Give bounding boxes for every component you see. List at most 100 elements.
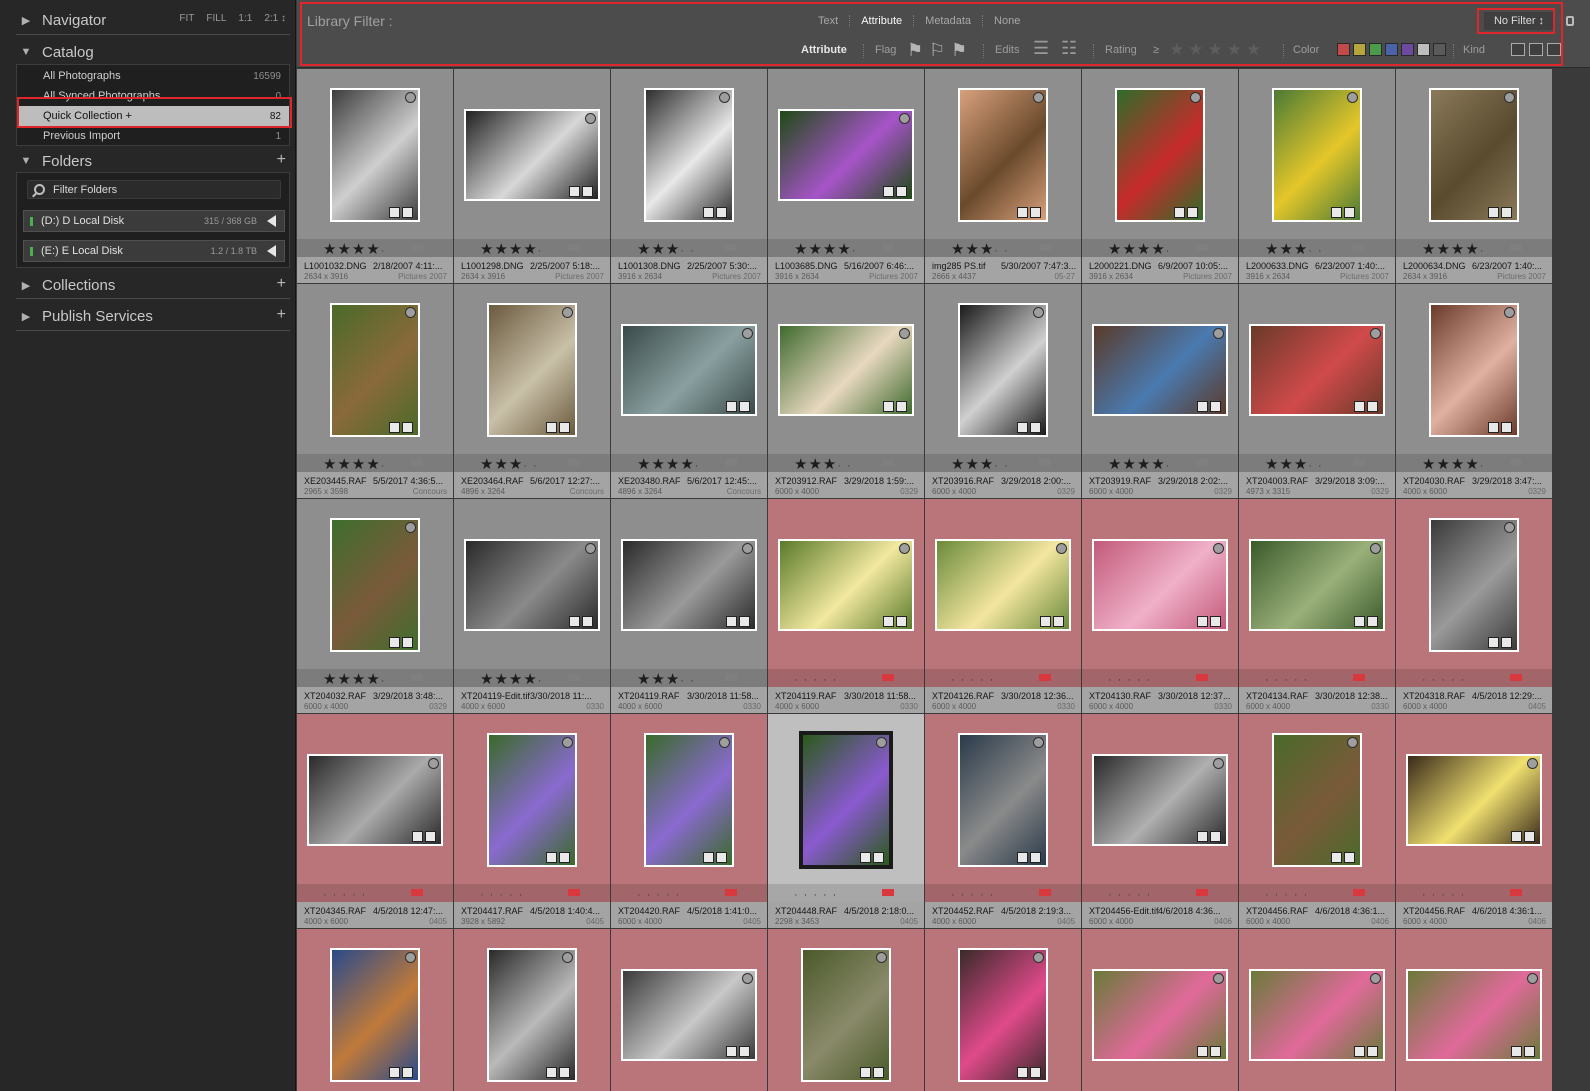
keyword-badge-icon[interactable]: [389, 207, 400, 218]
quick-collection-circle-icon[interactable]: [1213, 543, 1224, 554]
quick-collection-circle-icon[interactable]: [1527, 973, 1538, 984]
collapse-triangle-icon[interactable]: ▼: [20, 155, 32, 167]
rating-bar[interactable]: ★★★★·: [297, 239, 453, 258]
develop-badge-icon[interactable]: [559, 852, 570, 863]
quick-collection-circle-icon[interactable]: [405, 522, 416, 533]
quick-collection-circle-icon[interactable]: [719, 92, 730, 103]
quick-collection-circle-icon[interactable]: [1033, 737, 1044, 748]
color-label-chip[interactable]: [568, 459, 580, 466]
lock-icon[interactable]: [1566, 16, 1574, 26]
quick-collection-circle-icon[interactable]: [1056, 543, 1067, 554]
rating-stars[interactable]: ·····: [951, 670, 999, 687]
develop-badge-icon[interactable]: [402, 207, 413, 218]
photo-cell[interactable]: ★★★★· L1001032.DNG 2/18/2007 4:11:... 2634 …: [297, 69, 453, 283]
volume-e[interactable]: (E:) E Local Disk 1.2 / 1.8 TB: [23, 240, 285, 262]
color-label-chip[interactable]: [725, 889, 737, 896]
photo-thumbnail[interactable]: [487, 948, 577, 1082]
develop-badge-icon[interactable]: [1030, 1067, 1041, 1078]
develop-badge-icon[interactable]: [873, 1067, 884, 1078]
keyword-badge-icon[interactable]: [1197, 831, 1208, 842]
photo-cell[interactable]: ★★★·· XT204003.RAF 3/29/2018 3:09:... 4973 …: [1239, 284, 1395, 498]
add-publish-service-icon[interactable]: +: [277, 306, 286, 324]
photo-thumbnail[interactable]: [487, 733, 577, 867]
photo-thumbnail[interactable]: [330, 948, 420, 1082]
photo-cell[interactable]: ····· XT204134.RAF 3/30/2018 12:38... 6000 …: [1239, 499, 1395, 713]
rating-bar[interactable]: ·····: [1239, 884, 1395, 902]
keyword-badge-icon[interactable]: [1354, 1046, 1365, 1057]
rating-bar[interactable]: ★★★··: [611, 669, 767, 688]
color-label-chip[interactable]: [882, 244, 894, 251]
grid-scrollbar[interactable]: [1559, 69, 1590, 1091]
rating-bar[interactable]: ·····: [1396, 669, 1552, 687]
rating-bar[interactable]: ★★★★·: [1396, 454, 1552, 473]
rating-bar[interactable]: ★★★··: [768, 454, 924, 473]
quick-collection-circle-icon[interactable]: [899, 543, 910, 554]
quick-collection-circle-icon[interactable]: [742, 328, 753, 339]
keyword-badge-icon[interactable]: [1040, 616, 1051, 627]
rating-stars[interactable]: ·····: [637, 885, 685, 902]
rating-bar[interactable]: ★★★★·: [297, 669, 453, 688]
keyword-badge-icon[interactable]: [546, 422, 557, 433]
color-label-chip[interactable]: [411, 889, 423, 896]
develop-badge-icon[interactable]: [896, 616, 907, 627]
quick-collection-circle-icon[interactable]: [1033, 307, 1044, 318]
rating-stars[interactable]: ★★★★·: [480, 670, 547, 688]
collapse-left-icon[interactable]: [267, 215, 276, 227]
keyword-badge-icon[interactable]: [546, 852, 557, 863]
photo-thumbnail[interactable]: [330, 88, 420, 222]
quick-collection-circle-icon[interactable]: [1033, 952, 1044, 963]
rating-stars[interactable]: ·····: [323, 885, 371, 902]
rating-stars[interactable]: ·····: [1108, 670, 1156, 687]
photo-cell[interactable]: ★★★·· XT203912.RAF 3/29/2018 1:59:... 6000 …: [768, 284, 924, 498]
rating-bar[interactable]: ·····: [925, 884, 1081, 902]
color-label-chip[interactable]: [1196, 889, 1208, 896]
color-label-chip[interactable]: [411, 459, 423, 466]
keyword-badge-icon[interactable]: [860, 1067, 871, 1078]
quick-collection-circle-icon[interactable]: [405, 307, 416, 318]
color-label-chip[interactable]: [725, 244, 737, 251]
color-label-chip[interactable]: [1353, 459, 1365, 466]
develop-badge-icon[interactable]: [1501, 207, 1512, 218]
quick-collection-circle-icon[interactable]: [719, 737, 730, 748]
quick-collection-circle-icon[interactable]: [585, 543, 596, 554]
quick-collection-circle-icon[interactable]: [1504, 522, 1515, 533]
photo-thumbnail[interactable]: [644, 88, 734, 222]
photo-cell[interactable]: ····· XT204456-Edit.tif 4/6/2018 4:36... 60…: [1082, 714, 1238, 928]
rating-stars[interactable]: ·····: [480, 885, 528, 902]
photo-cell[interactable]: ★★★·· XT203916.RAF 3/29/2018 2:00:... 6000 …: [925, 284, 1081, 498]
keyword-badge-icon[interactable]: [1488, 207, 1499, 218]
develop-badge-icon[interactable]: [1344, 207, 1355, 218]
quick-collection-circle-icon[interactable]: [742, 973, 753, 984]
photo-cell[interactable]: ★★★★· XT204119-Edit.tif 3/30/2018 11:... 40…: [454, 499, 610, 713]
expand-triangle-icon[interactable]: ▶: [20, 14, 32, 27]
color-label-chip[interactable]: [1353, 244, 1365, 251]
expand-triangle-icon[interactable]: ▶: [20, 310, 32, 323]
folders-header[interactable]: ▼ Folders +: [0, 149, 296, 173]
keyword-badge-icon[interactable]: [883, 186, 894, 197]
color-label-chip[interactable]: [1510, 244, 1522, 251]
develop-badge-icon[interactable]: [896, 186, 907, 197]
photo-thumbnail[interactable]: [487, 303, 577, 437]
develop-badge-icon[interactable]: [425, 831, 436, 842]
rating-bar[interactable]: ★★★★·: [768, 239, 924, 258]
color-label-chip[interactable]: [1510, 674, 1522, 681]
photo-thumbnail[interactable]: [330, 303, 420, 437]
photo-cell[interactable]: ★★★★· XE203480.RAF 5/6/2017 12:45:... 4896 …: [611, 284, 767, 498]
color-label-chip[interactable]: [725, 674, 737, 681]
rating-stars[interactable]: ·····: [951, 885, 999, 902]
develop-badge-icon[interactable]: [1367, 401, 1378, 412]
catalog-item-previous-import[interactable]: Previous Import 1: [17, 126, 289, 146]
quick-collection-circle-icon[interactable]: [1347, 92, 1358, 103]
zoom-1-1[interactable]: 1:1: [238, 13, 252, 24]
quick-collection-circle-icon[interactable]: [1370, 973, 1381, 984]
rating-bar[interactable]: ★★★··: [925, 239, 1081, 258]
photo-cell[interactable]: ····· XT204452.RAF 4/5/2018 2:19:3... 4000 …: [925, 714, 1081, 928]
rating-stars[interactable]: ·····: [794, 670, 842, 687]
keyword-badge-icon[interactable]: [1017, 852, 1028, 863]
develop-badge-icon[interactable]: [716, 852, 727, 863]
color-label-chip[interactable]: [1353, 889, 1365, 896]
photo-cell[interactable]: ★★★★· XT204032.RAF 3/29/2018 3:48:... 6000 …: [297, 499, 453, 713]
photo-cell[interactable]: ····· XT204119.RAF 3/30/2018 11:58... 4000 …: [768, 499, 924, 713]
keyword-badge-icon[interactable]: [726, 1046, 737, 1057]
color-label-chip[interactable]: [1196, 674, 1208, 681]
